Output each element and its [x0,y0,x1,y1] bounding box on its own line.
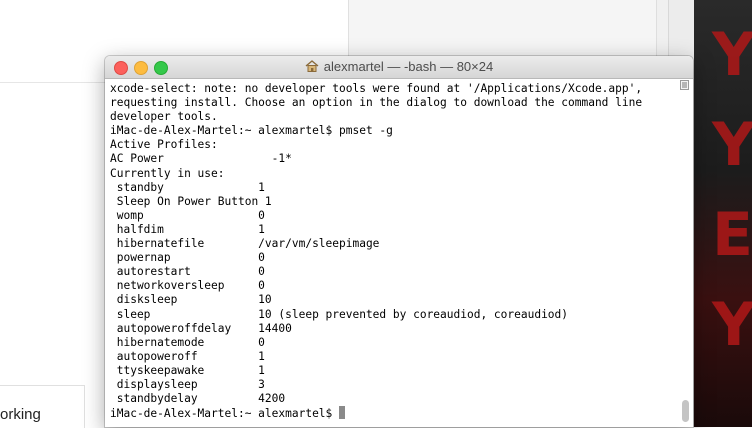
wallpaper-art: E [712,200,752,270]
terminal-line: developer tools. [110,110,218,124]
terminal-line: standbydelay 4200 [110,392,286,406]
terminal-line: Currently in use: [110,166,225,180]
vertical-scrollbar[interactable] [682,400,689,422]
home-icon [305,60,319,72]
scroll-marker-icon[interactable] [680,80,689,90]
terminal-line: standby 1 [110,180,265,194]
terminal-line: autopoweroffdelay 14400 [110,321,292,335]
terminal-line: hibernatemode 0 [110,335,265,349]
terminal-line: Sleep On Power Button 1 [110,194,272,208]
terminal-line: hibernatefile /var/vm/sleepimage [110,237,380,251]
terminal-line: iMac-de-Alex-Martel:~ alexmartel$ pmset … [110,124,393,138]
terminal-line: disksleep 10 [110,293,272,307]
wallpaper-art: Y [712,20,752,90]
terminal-line: requesting install. Choose an option in … [110,96,643,110]
terminal-line: sleep 10 (sleep prevented by coreaudiod,… [110,307,569,321]
terminal-line: Active Profiles: [110,138,218,152]
terminal-line: autopoweroff 1 [110,349,265,363]
wallpaper-art: Y [712,290,752,360]
window-title-text: alexmartel — -bash — 80×24 [323,59,494,74]
terminal-line: xcode-select: note: no developer tools w… [110,82,643,95]
title-bar[interactable]: alexmartel — -bash — 80×24 [105,56,693,79]
background-partial-text: orking [0,406,41,423]
terminal-line: halfdim 1 [110,222,265,236]
terminal-window[interactable]: alexmartel — -bash — 80×24 xcode-select:… [105,56,693,427]
terminal-line: autorestart 0 [110,265,265,279]
terminal-line: displaysleep 3 [110,377,265,391]
shell-prompt: iMac-de-Alex-Martel:~ alexmartel$ [110,407,340,421]
terminal-line: ttyskeepawake 1 [110,363,265,377]
terminal-line: AC Power -1* [110,152,292,166]
background-panel [272,0,348,58]
terminal-line: networkoversleep 0 [110,279,265,293]
desktop-wallpaper: Y Y E Y [694,0,752,427]
text-cursor [339,406,346,420]
background-panel-right [348,0,657,58]
window-title: alexmartel — -bash — 80×24 [105,56,693,78]
terminal-line: womp 0 [110,208,265,222]
output-lines: xcode-select: note: no developer tools w… [110,82,678,406]
wallpaper-art: Y [712,110,752,180]
terminal-line: powernap 0 [110,251,265,265]
terminal-output[interactable]: xcode-select: note: no developer tools w… [110,82,678,424]
